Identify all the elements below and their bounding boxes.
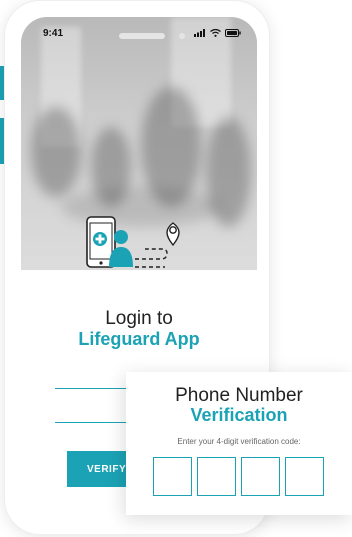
verification-title-line1: Phone Number [175,385,303,406]
signal-icon [194,29,205,37]
verification-card: Phone Number Verification Enter your 4-d… [126,372,352,515]
lifeguard-illustration [86,216,180,268]
wifi-icon [210,29,221,37]
status-time: 9:41 [43,27,64,39]
verification-instructions: Enter your 4-digit verification code: [177,437,301,446]
verification-heading: Phone Number Verification [126,386,352,424]
dashed-route [135,248,168,268]
code-digit-input[interactable] [153,457,192,496]
status-bar: 9:41 [21,17,257,47]
login-title-line1: Login to [105,308,173,329]
page-stage: 9:41 Login to Lifeguard App Phone VERIFY… [0,0,352,537]
code-digit-input[interactable] [241,457,280,496]
code-digit-input[interactable] [197,457,236,496]
verification-title-line2: Verification [190,405,288,425]
hero-background-shape [31,107,81,197]
code-digit-input[interactable] [285,457,324,496]
battery-icon [225,29,241,37]
hero-image [21,17,257,270]
verification-code-inputs [153,457,324,496]
location-pin-icon [166,222,180,247]
login-heading: Login to Lifeguard App [21,309,257,348]
login-app-name: Lifeguard App [78,329,200,349]
status-icons [194,27,241,37]
